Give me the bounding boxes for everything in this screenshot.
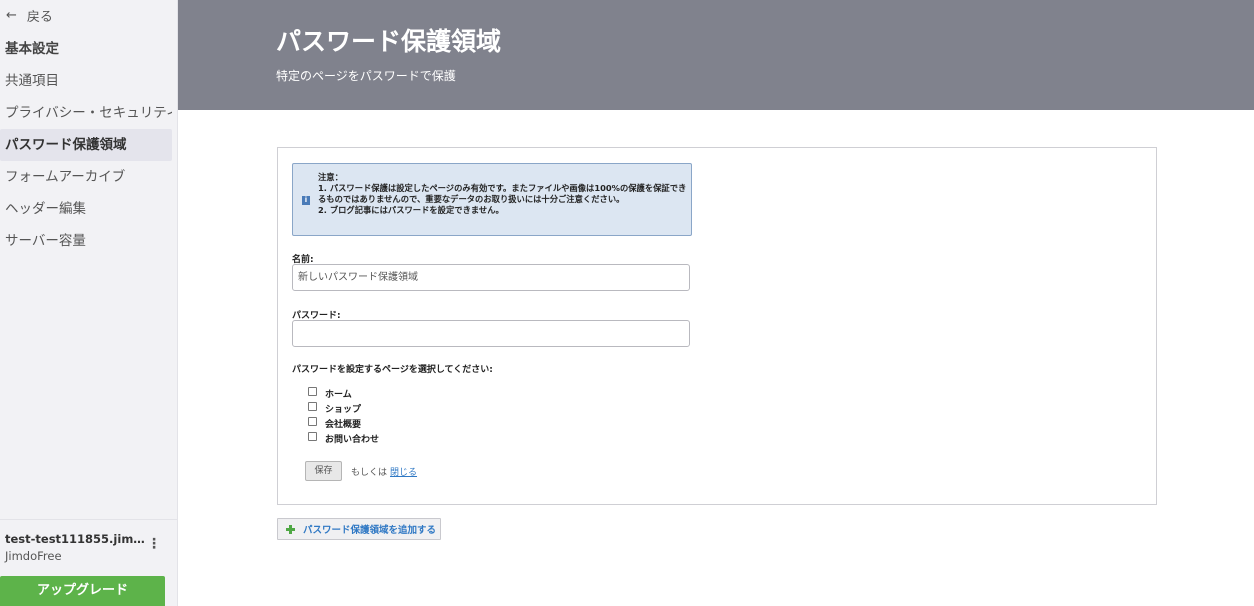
- sidebar-item-basic-settings[interactable]: 基本設定: [0, 33, 172, 65]
- page-option-label: お問い合わせ: [325, 435, 380, 445]
- checkbox[interactable]: [308, 387, 317, 396]
- notice-line-2: 2. ブログ記事にはパスワードを設定できません。: [318, 205, 504, 215]
- more-vertical-icon[interactable]: ⋮: [147, 536, 161, 552]
- checkbox[interactable]: [308, 402, 317, 411]
- notice-text: 注意： 1. パスワード保護は設定したページのみ有効です。またファイルや画像は1…: [318, 172, 688, 216]
- page-checkbox-list: ホーム ショップ 会社概要 お問い合わせ: [308, 386, 379, 446]
- back-label: 戻る: [26, 9, 53, 25]
- page-option-contact[interactable]: お問い合わせ: [308, 431, 379, 446]
- info-icon: i: [302, 196, 310, 205]
- checkbox[interactable]: [308, 432, 317, 441]
- add-password-area-button[interactable]: パスワード保護領域を追加する: [277, 518, 441, 540]
- page-title: パスワード保護領域: [276, 27, 502, 56]
- pages-label: パスワードを設定するページを選択してください:: [292, 365, 493, 375]
- plus-icon: [286, 524, 295, 534]
- sidebar-item-privacy-security[interactable]: プライバシー・セキュリティ: [0, 97, 172, 129]
- close-link[interactable]: 閉じる: [390, 465, 417, 478]
- page-option-shop[interactable]: ショップ: [308, 401, 379, 416]
- sidebar-item-server-capacity[interactable]: サーバー容量: [0, 225, 172, 257]
- form-actions: 保存 もしくは 閉じる: [305, 461, 417, 481]
- page-option-label: 会社概要: [325, 420, 362, 430]
- back-button[interactable]: ← 戻る: [6, 6, 53, 25]
- site-plan: JimdoFree: [5, 549, 62, 563]
- page-option-home[interactable]: ホーム: [308, 386, 379, 401]
- page-header: パスワード保護領域 特定のページをパスワードで保護: [178, 0, 1254, 110]
- notice-line-1: 1. パスワード保護は設定したページのみ有効です。またファイルや画像は100%の…: [318, 183, 687, 204]
- name-input[interactable]: 新しいパスワード保護領域: [292, 264, 690, 291]
- save-button[interactable]: 保存: [305, 461, 342, 481]
- page-option-about[interactable]: 会社概要: [308, 416, 379, 431]
- password-input[interactable]: [292, 320, 690, 347]
- notice-box: i 注意： 1. パスワード保護は設定したページのみ有効です。またファイルや画像…: [292, 163, 692, 236]
- page-option-label: ショップ: [325, 405, 362, 415]
- upgrade-button[interactable]: アップグレード: [0, 576, 165, 606]
- site-info: test-test111855.jimdof... JimdoFree ⋮: [0, 519, 177, 569]
- sidebar-item-common-items[interactable]: 共通項目: [0, 65, 172, 97]
- checkbox[interactable]: [308, 417, 317, 426]
- page-option-label: ホーム: [325, 390, 352, 400]
- password-area-form: i 注意： 1. パスワード保護は設定したページのみ有効です。またファイルや画像…: [277, 147, 1157, 505]
- page-subtitle: 特定のページをパスワードで保護: [276, 69, 456, 83]
- notice-heading: 注意：: [318, 172, 343, 182]
- sidebar-item-header-edit[interactable]: ヘッダー編集: [0, 193, 172, 225]
- arrow-left-icon: ←: [6, 7, 17, 23]
- site-name: test-test111855.jimdof...: [5, 532, 145, 546]
- add-password-area-label: パスワード保護領域を追加する: [303, 525, 437, 536]
- sidebar-item-form-archive[interactable]: フォームアーカイブ: [0, 161, 172, 193]
- sidebar: ← 戻る 基本設定 共通項目 プライバシー・セキュリティ パスワード保護領域 フ…: [0, 0, 178, 606]
- sidebar-nav: 基本設定 共通項目 プライバシー・セキュリティ パスワード保護領域 フォームアー…: [0, 33, 178, 257]
- sidebar-item-password-protected-areas[interactable]: パスワード保護領域: [0, 129, 172, 161]
- or-text: もしくは: [351, 467, 388, 478]
